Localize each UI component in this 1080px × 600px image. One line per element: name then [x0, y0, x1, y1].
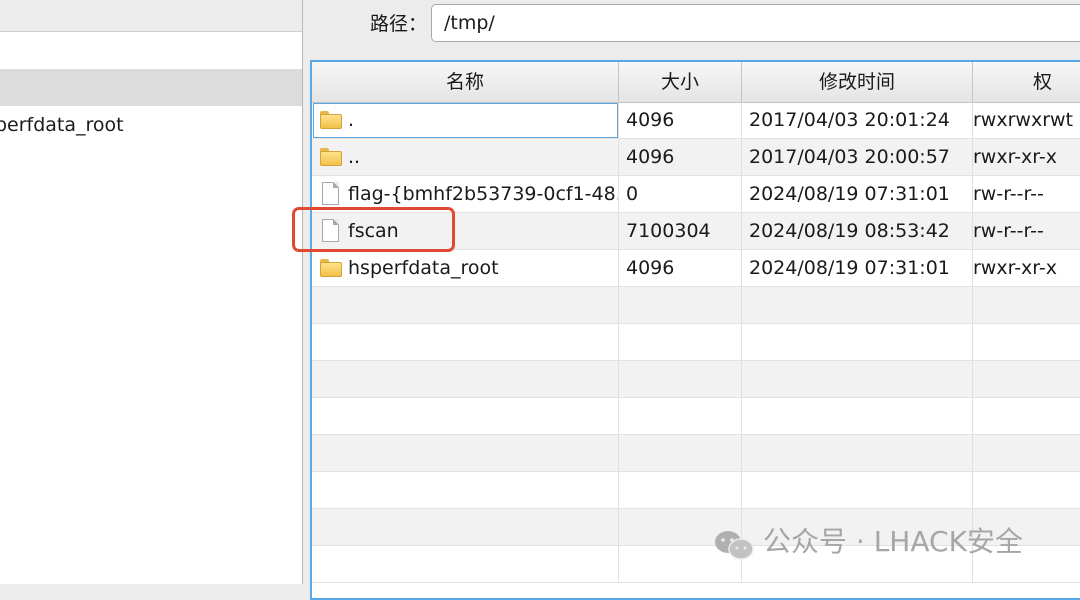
file-name: .: [348, 109, 355, 131]
folder-icon: [320, 110, 342, 130]
cell-modified: 2024/08/19 07:31:01: [742, 176, 973, 213]
permissions-text: rw-r--r--: [973, 220, 1044, 242]
permissions-text: rwxr-xr-x: [973, 257, 1057, 279]
empty-table-row: [312, 361, 1080, 398]
tree-toolbar: [0, 0, 302, 32]
wechat-icon: [715, 531, 754, 560]
path-label: 路径：: [370, 13, 428, 35]
cell-permissions: rw-r--r--: [973, 176, 1080, 213]
cell-size: 4096: [619, 250, 742, 287]
permissions-text: rwxr-xr-x: [973, 146, 1057, 168]
watermark-text: 公众号 · LHACK安全: [763, 525, 1023, 558]
column-header-permissions[interactable]: 权: [973, 62, 1080, 102]
empty-table-row: [312, 435, 1080, 472]
red-highlight-box: [292, 207, 455, 252]
file-name: flag-{bmhf2b53739-0cf1-48...: [348, 183, 619, 205]
folder-icon: [320, 147, 342, 167]
column-header-name[interactable]: 名称: [312, 62, 619, 102]
cell-size: 4096: [619, 102, 742, 139]
permissions-text: rw-r--r--: [973, 183, 1044, 205]
file-name: ..: [348, 146, 361, 168]
empty-table-row: [312, 398, 1080, 435]
cell-size: 4096: [619, 139, 742, 176]
permissions-text: rwxrwxrwt: [973, 109, 1073, 131]
column-header-size[interactable]: 大小: [619, 62, 742, 102]
cell-permissions: rwxr-xr-x: [973, 250, 1080, 287]
cell-modified: 2017/04/03 20:01:24: [742, 102, 973, 139]
tree-item-hsperfdata-root[interactable]: hsperfdata_root: [0, 107, 302, 144]
empty-table-row: [312, 472, 1080, 509]
cell-modified: 2024/08/19 07:31:01: [742, 250, 973, 287]
cell-name: ..: [312, 139, 619, 176]
cell-permissions: rwxr-xr-x: [973, 139, 1080, 176]
table-header: 名称 大小 修改时间 权: [312, 62, 1080, 103]
cell-size: 7100304: [619, 213, 742, 250]
table-row[interactable]: .. 4096 2017/04/03 20:00:57 rwxr-xr-x: [312, 139, 1080, 176]
column-header-modified[interactable]: 修改时间: [742, 62, 973, 102]
cell-name: .: [312, 102, 619, 139]
empty-table-row: [312, 324, 1080, 361]
cell-permissions: rwxrwxrwt: [973, 102, 1080, 139]
table-row[interactable]: hsperfdata_root 4096 2024/08/19 07:31:01 rw…: [312, 250, 1080, 287]
tree-item-tmp[interactable]: [0, 69, 302, 106]
tree-item-label: hsperfdata_root: [0, 114, 124, 136]
cell-modified: 2024/08/19 08:53:42: [742, 213, 973, 250]
cell-name: hsperfdata_root: [312, 250, 619, 287]
file-icon: [322, 182, 339, 205]
file-table: 名称 大小 修改时间 权 . 4096 2017/04/03 20:01:24 rwx…: [310, 60, 1080, 600]
cell-permissions: rw-r--r--: [973, 213, 1080, 250]
path-input[interactable]: [431, 4, 1080, 42]
file-name: hsperfdata_root: [348, 257, 499, 279]
folder-icon: [320, 258, 342, 278]
empty-table-row: [312, 287, 1080, 324]
directory-tree-pane: hsperfdata_root: [0, 0, 303, 584]
cell-size: 0: [619, 176, 742, 213]
table-row[interactable]: . 4096 2017/04/03 20:01:24 rwxrwxrwt: [312, 102, 1080, 139]
cell-modified: 2017/04/03 20:00:57: [742, 139, 973, 176]
